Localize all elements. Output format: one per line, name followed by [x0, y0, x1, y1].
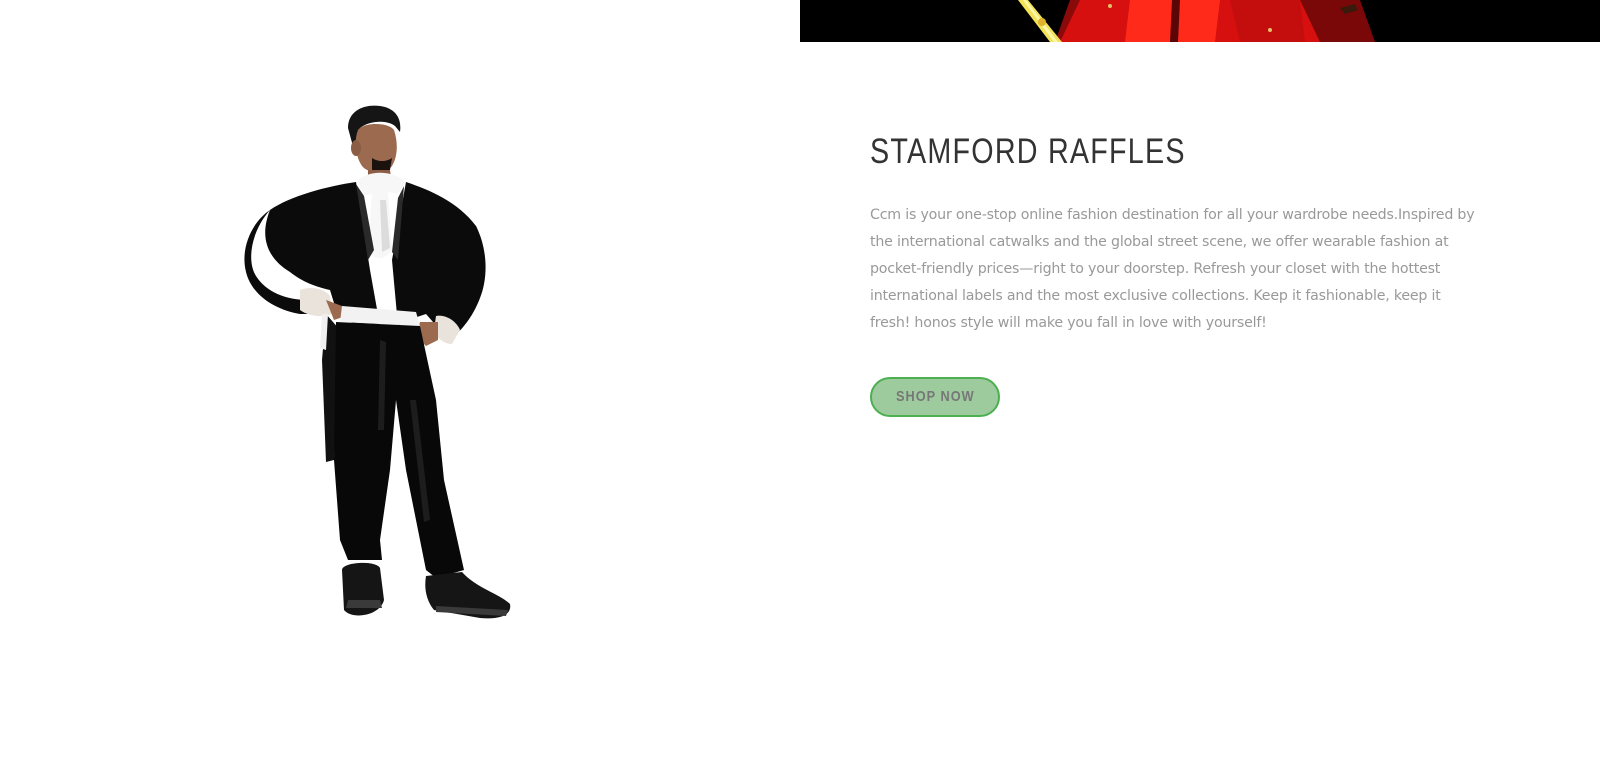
- costume-figure-image: [230, 100, 540, 640]
- page: STAMFORD RAFFLES Ccm is your one-stop on…: [0, 0, 1600, 769]
- shop-now-label: SHOP NOW: [895, 388, 975, 405]
- section-description: Ccm is your one-stop online fashion dest…: [870, 207, 1475, 331]
- banner-image: [800, 0, 1600, 42]
- section-title: STAMFORD RAFFLES: [870, 132, 1186, 171]
- promo-content: STAMFORD RAFFLES Ccm is your one-stop on…: [870, 130, 1480, 417]
- shop-now-button[interactable]: SHOP NOW: [870, 377, 1000, 417]
